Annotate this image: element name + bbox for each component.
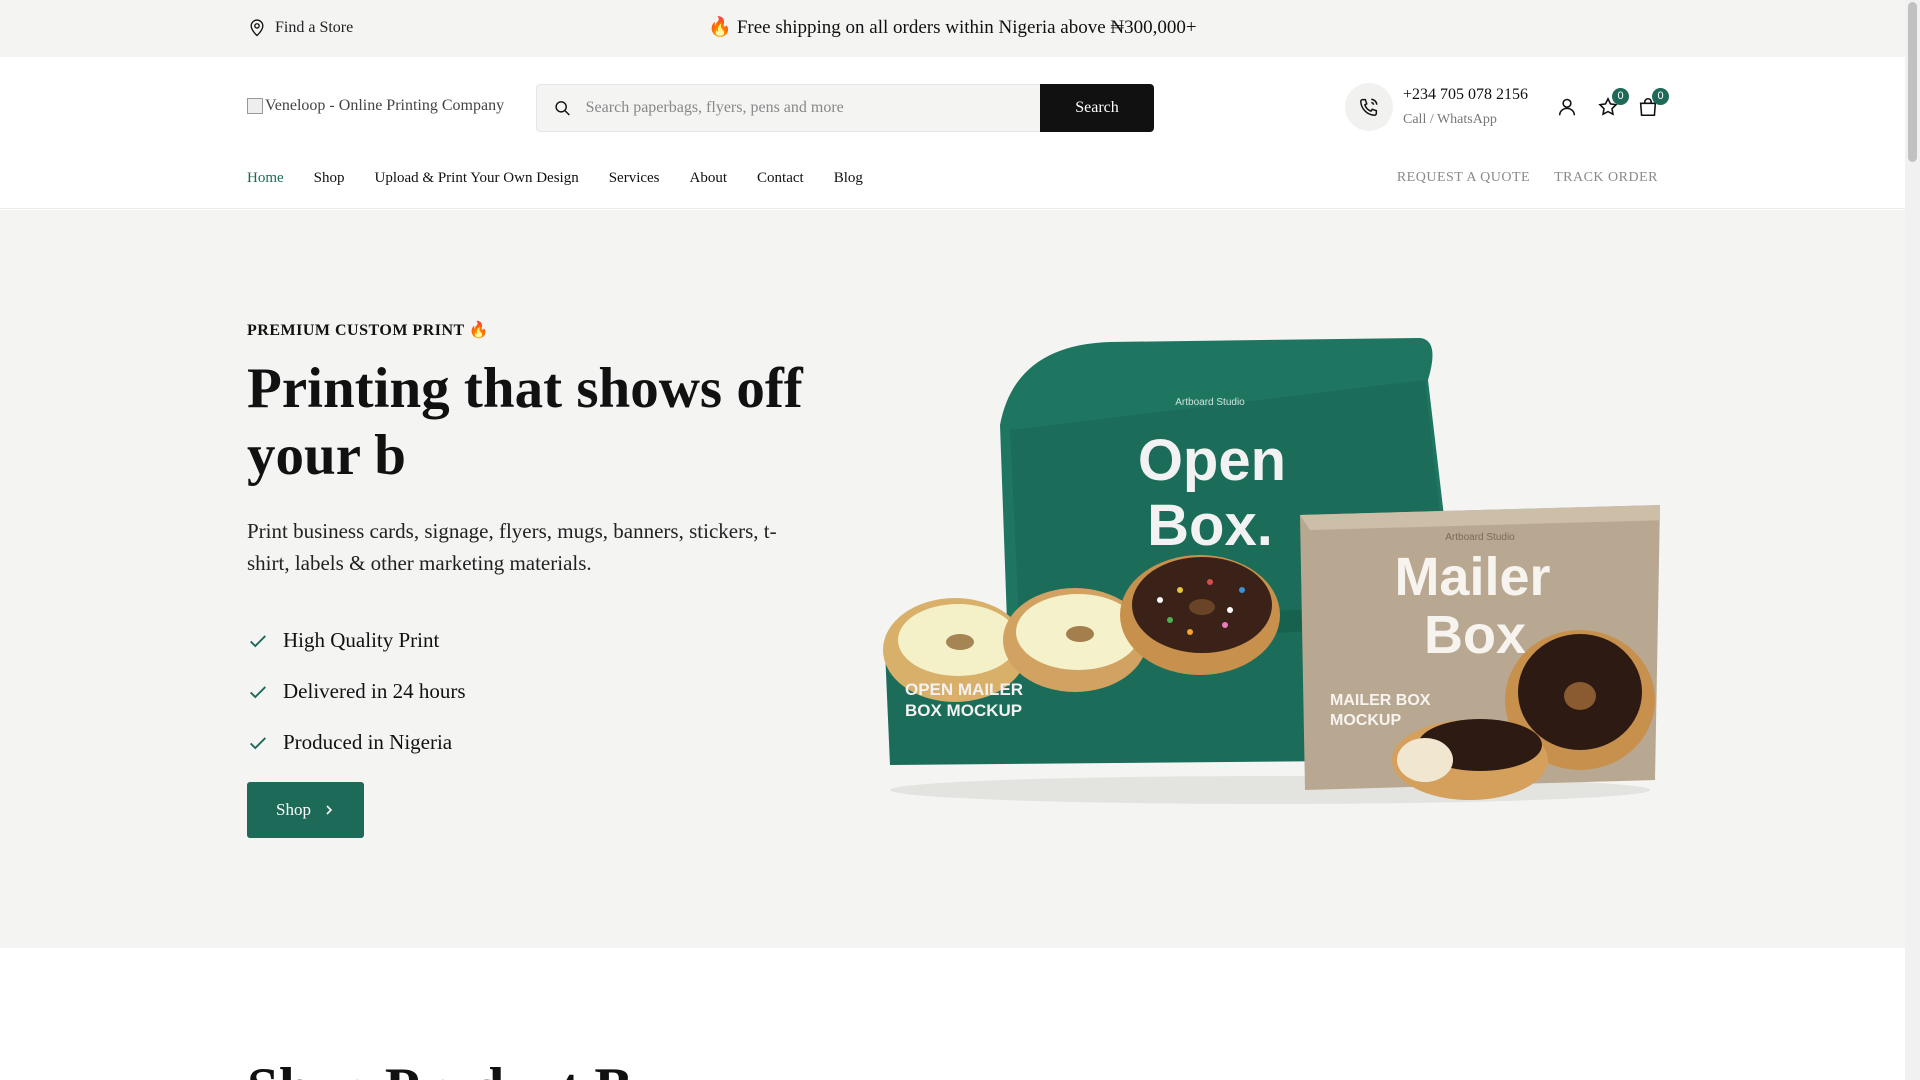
wishlist-button[interactable]: 0 <box>1597 88 1629 118</box>
cart-button[interactable]: 0 <box>1637 88 1669 118</box>
nav-item-shop[interactable]: Shop <box>314 170 345 187</box>
hero-eyebrow: PREMIUM CUSTOM PRINT 🔥 <box>247 322 490 339</box>
request-quote-link[interactable]: REQUEST A QUOTE <box>1397 170 1530 186</box>
account-button[interactable] <box>1556 96 1578 118</box>
kraft-box-label-line1: MAILER BOX <box>1330 692 1431 709</box>
broken-image-icon <box>247 98 263 114</box>
phone-number[interactable]: +234 705 078 2156 <box>1403 86 1528 104</box>
phone-subtitle: Call / WhatsApp <box>1403 112 1497 127</box>
kraft-box-text-line1: Mailer <box>1394 547 1550 607</box>
checkmark-icon <box>250 634 266 647</box>
shipping-announcement: 🔥 Free shipping on all orders within Nig… <box>708 17 1197 38</box>
wishlist-count-badge: 0 <box>1612 88 1629 105</box>
feature-label: High Quality Print <box>283 628 440 652</box>
hero-section: PREMIUM CUSTOM PRINT 🔥 Printing that sho… <box>0 210 1905 948</box>
search-bar: Search <box>536 84 1154 132</box>
hero-title: Printing that shows off your b <box>247 357 803 487</box>
green-box-front-label-line1: OPEN MAILER <box>905 680 1023 699</box>
chevron-right-icon <box>326 805 333 815</box>
green-box-front-label-line2: BOX MOCKUP <box>905 701 1022 720</box>
announcement-bar: Find a Store 🔥 Free shipping on all orde… <box>0 0 1905 57</box>
cart-count-badge: 0 <box>1652 88 1669 105</box>
track-order-link[interactable]: TRACK ORDER <box>1554 170 1658 186</box>
feature-item: High Quality Print <box>247 615 466 666</box>
nav-item-contact[interactable]: Contact <box>757 170 804 187</box>
nav-item-services[interactable]: Services <box>609 170 660 187</box>
kraft-box-brand: Artboard Studio <box>1445 532 1515 543</box>
nav-item-home[interactable]: Home <box>247 170 284 187</box>
hero-shop-button[interactable]: Shop <box>247 782 364 838</box>
shop-button-label: Shop <box>276 800 311 819</box>
secondary-nav: REQUEST A QUOTE TRACK ORDER <box>1397 170 1658 186</box>
feature-list: High Quality Print Delivered in 24 hours… <box>247 615 466 768</box>
green-box-brand: Artboard Studio <box>1175 397 1245 408</box>
kraft-box-text-line2: Box <box>1424 605 1526 665</box>
kraft-box-label-line2: MOCKUP <box>1330 712 1401 729</box>
hero-description: Print business cards, signage, flyers, m… <box>247 519 777 575</box>
nav-item-upload-print[interactable]: Upload & Print Your Own Design <box>375 170 579 187</box>
checkmark-icon <box>250 736 266 749</box>
shop-by-section-title: Shop Product By <box>247 1055 661 1080</box>
green-box-lid-text-line1: Open <box>1138 428 1286 493</box>
nav-item-about[interactable]: About <box>690 170 728 187</box>
feature-item: Produced in Nigeria <box>247 717 466 768</box>
user-icon <box>1558 98 1576 116</box>
scrollbar-thumb[interactable] <box>1908 2 1917 162</box>
search-button[interactable]: Search <box>1040 84 1154 132</box>
shop-by-title-text: Shop Product By <box>247 1057 661 1080</box>
checkmark-icon <box>250 685 266 698</box>
search-field-wrapper <box>536 84 1040 132</box>
nav-item-blog[interactable]: Blog <box>834 170 863 187</box>
search-input[interactable] <box>585 99 1040 117</box>
phone-icon-circle[interactable] <box>1345 83 1393 131</box>
hero-product-image: Artboard Studio Open Box. OPEN MAILER BO… <box>883 338 1660 804</box>
logo-alt-text: Veneloop - Online Printing Company <box>265 97 505 114</box>
site-logo[interactable]: Veneloop - Online Printing Company <box>247 97 504 115</box>
search-icon <box>555 101 570 116</box>
site-header: Veneloop - Online Printing Company Searc… <box>0 57 1905 209</box>
page-scrollbar[interactable] <box>1905 0 1920 1080</box>
feature-label: Delivered in 24 hours <box>283 679 466 703</box>
main-nav: Home Shop Upload & Print Your Own Design… <box>247 170 893 187</box>
feature-label: Produced in Nigeria <box>283 730 453 754</box>
feature-item: Delivered in 24 hours <box>247 666 466 717</box>
green-box-lid-text-line2: Box. <box>1147 493 1273 558</box>
phone-icon <box>1360 98 1378 116</box>
